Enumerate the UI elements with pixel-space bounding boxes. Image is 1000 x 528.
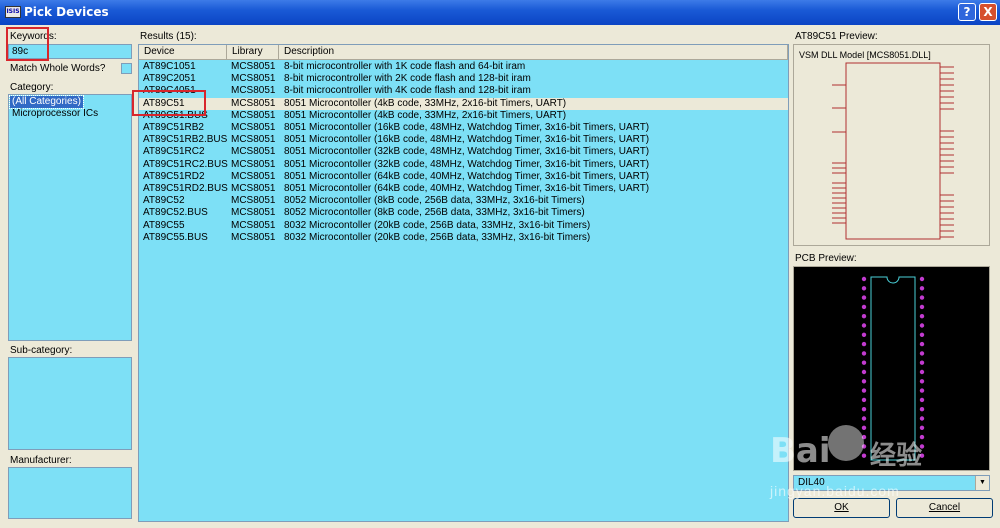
subcategory-label: Sub-category: bbox=[10, 345, 73, 356]
table-row[interactable]: AT89C51RB2 MCS8051 8051 Microcontoller (16… bbox=[139, 122, 788, 134]
dil40-footprint-icon bbox=[861, 276, 925, 461]
cell-description: 8032 Microcontoller (20kB code, 256B dat… bbox=[284, 219, 591, 231]
cell-device: AT89C55.BUS bbox=[143, 231, 208, 243]
cell-library: MCS8051 bbox=[231, 183, 276, 194]
cell-device: AT89C2051 bbox=[143, 73, 196, 85]
cell-description: 8-bit microcontroller with 2K code flash… bbox=[284, 73, 531, 85]
category-list[interactable] bbox=[8, 94, 132, 341]
chevron-down-icon[interactable]: ▼ bbox=[975, 476, 989, 490]
cell-library: MCS8051 bbox=[231, 207, 276, 219]
ok-button[interactable]: OK bbox=[793, 498, 890, 518]
selected-device-highlight-box bbox=[132, 90, 206, 116]
table-row[interactable]: AT89C51 MCS8051 8051 Microcontoller (4kB c… bbox=[139, 97, 788, 110]
table-row[interactable]: AT89C51RC2 MCS8051 8051 Microcontoller (32… bbox=[139, 146, 788, 158]
cell-description: 8051 Microcontoller (64kB code, 40MHz, W… bbox=[284, 170, 650, 182]
table-row[interactable]: AT89C4051 MCS8051 8-bit microcontroller wi… bbox=[139, 85, 788, 97]
table-row[interactable]: AT89C1051 MCS8051 8-bit microcontroller wi… bbox=[139, 61, 788, 73]
pcb-preview-label: PCB Preview: bbox=[795, 253, 857, 264]
results-table[interactable]: Device Library Description AT89C1051 MCS8… bbox=[138, 44, 789, 522]
table-row[interactable]: AT89C55.BUS MCS8051 8032 Microcontoller (2… bbox=[139, 232, 788, 244]
cell-device: AT89C51RC2.BUS bbox=[143, 158, 228, 170]
preview-label: AT89C51 Preview: bbox=[795, 31, 878, 42]
keywords-highlight-box bbox=[6, 27, 49, 61]
cell-library: MCS8051 bbox=[231, 73, 276, 85]
table-row[interactable]: AT89C52.BUS MCS8051 8052 Microcontoller (8… bbox=[139, 207, 788, 219]
cell-device: AT89C51RD2.BUS bbox=[143, 183, 228, 194]
cell-library: MCS8051 bbox=[231, 85, 276, 97]
manufacturer-list[interactable] bbox=[8, 467, 132, 519]
cell-library: MCS8051 bbox=[231, 231, 276, 243]
package-select[interactable]: DIL40 ▼ bbox=[793, 475, 990, 491]
table-row[interactable]: AT89C55 MCS8051 8032 Microcontoller (20kB … bbox=[139, 220, 788, 232]
match-whole-words-label: Match Whole Words? bbox=[10, 63, 106, 74]
cell-library: MCS8051 bbox=[231, 61, 276, 72]
category-item-all[interactable]: (All Categories) bbox=[9, 95, 84, 109]
cell-library: MCS8051 bbox=[231, 97, 276, 109]
cell-library: MCS8051 bbox=[231, 219, 276, 231]
column-header-description[interactable]: Description bbox=[279, 45, 788, 60]
cell-description: 8-bit microcontroller with 4K code flash… bbox=[284, 85, 531, 97]
table-row[interactable]: AT89C2051 MCS8051 8-bit microcontroller wi… bbox=[139, 73, 788, 85]
table-row[interactable]: AT89C51RD2.BUS MCS8051 8051 Microcontoller… bbox=[139, 183, 788, 195]
cell-library: MCS8051 bbox=[231, 170, 276, 182]
cell-library: MCS8051 bbox=[231, 146, 276, 158]
pcb-preview bbox=[793, 266, 990, 471]
column-header-library[interactable]: Library bbox=[227, 45, 279, 60]
cell-description: 8051 Microcontoller (32kB code, 48MHz, W… bbox=[284, 146, 650, 158]
chip-schematic-icon bbox=[832, 62, 954, 240]
cell-description: 8052 Microcontoller (8kB code, 256B data… bbox=[284, 207, 585, 219]
app-icon: ISIS bbox=[5, 6, 21, 18]
table-row[interactable]: AT89C52 MCS8051 8052 Microcontoller (8kB c… bbox=[139, 195, 788, 207]
subcategory-list[interactable] bbox=[8, 357, 132, 450]
cell-library: MCS8051 bbox=[231, 109, 276, 121]
cell-device: AT89C1051 bbox=[143, 61, 196, 72]
cell-library: MCS8051 bbox=[231, 122, 276, 133]
cell-description: 8051 Microcontoller (64kB code, 40MHz, W… bbox=[284, 183, 650, 194]
cell-library: MCS8051 bbox=[231, 158, 276, 170]
cancel-button[interactable]: Cancel bbox=[896, 498, 993, 518]
table-row[interactable]: AT89C51RC2.BUS MCS8051 8051 Microcontoller… bbox=[139, 159, 788, 171]
schematic-preview: VSM DLL Model [MCS8051.DLL] bbox=[793, 44, 990, 246]
results-label: Results (15): bbox=[140, 31, 197, 42]
column-header-device[interactable]: Device bbox=[139, 45, 227, 60]
cell-description: 8052 Microcontoller (8kB code, 256B data… bbox=[284, 195, 585, 207]
cell-device: AT89C51RC2 bbox=[143, 146, 205, 158]
window-title: Pick Devices bbox=[24, 5, 109, 19]
package-select-value: DIL40 bbox=[798, 477, 825, 488]
category-label: Category: bbox=[10, 82, 54, 93]
cell-device: AT89C51RB2 bbox=[143, 122, 204, 133]
table-row[interactable]: AT89C51.BUS MCS8051 8051 Microcontoller (4… bbox=[139, 110, 788, 122]
cell-description: 8051 Microcontoller (4kB code, 33MHz, 2x… bbox=[284, 97, 567, 109]
pick-devices-dialog: ISIS Pick Devices ? X Keywords: 89c Matc… bbox=[0, 0, 1000, 528]
category-item-microprocessor[interactable]: Microprocessor ICs bbox=[10, 108, 100, 120]
table-row[interactable]: AT89C51RD2 MCS8051 8051 Microcontoller (64… bbox=[139, 171, 788, 183]
title-bar[interactable]: ISIS Pick Devices ? X bbox=[0, 0, 1000, 25]
cell-library: MCS8051 bbox=[231, 195, 276, 207]
cell-description: 8032 Microcontoller (20kB code, 256B dat… bbox=[284, 231, 591, 243]
cell-library: MCS8051 bbox=[231, 134, 276, 146]
cell-description: 8051 Microcontoller (32kB code, 48MHz, W… bbox=[284, 158, 650, 170]
cell-description: 8051 Microcontoller (16kB code, 48MHz, W… bbox=[284, 134, 650, 146]
match-whole-words-checkbox[interactable] bbox=[121, 63, 132, 74]
cell-device: AT89C52.BUS bbox=[143, 207, 208, 219]
cell-description: 8051 Microcontoller (16kB code, 48MHz, W… bbox=[284, 122, 650, 133]
manufacturer-label: Manufacturer: bbox=[10, 455, 72, 466]
table-row[interactable]: AT89C51RB2.BUS MCS8051 8051 Microcontoller… bbox=[139, 134, 788, 146]
cell-device: AT89C55 bbox=[143, 219, 185, 231]
cell-description: 8051 Microcontoller (4kB code, 33MHz, 2x… bbox=[284, 109, 567, 121]
close-button[interactable]: X bbox=[979, 3, 997, 21]
cell-device: AT89C51RB2.BUS bbox=[143, 134, 228, 146]
cell-device: AT89C52 bbox=[143, 195, 185, 207]
cell-description: 8-bit microcontroller with 1K code flash… bbox=[284, 61, 526, 72]
help-button[interactable]: ? bbox=[958, 3, 976, 21]
cell-device: AT89C51RD2 bbox=[143, 170, 205, 182]
